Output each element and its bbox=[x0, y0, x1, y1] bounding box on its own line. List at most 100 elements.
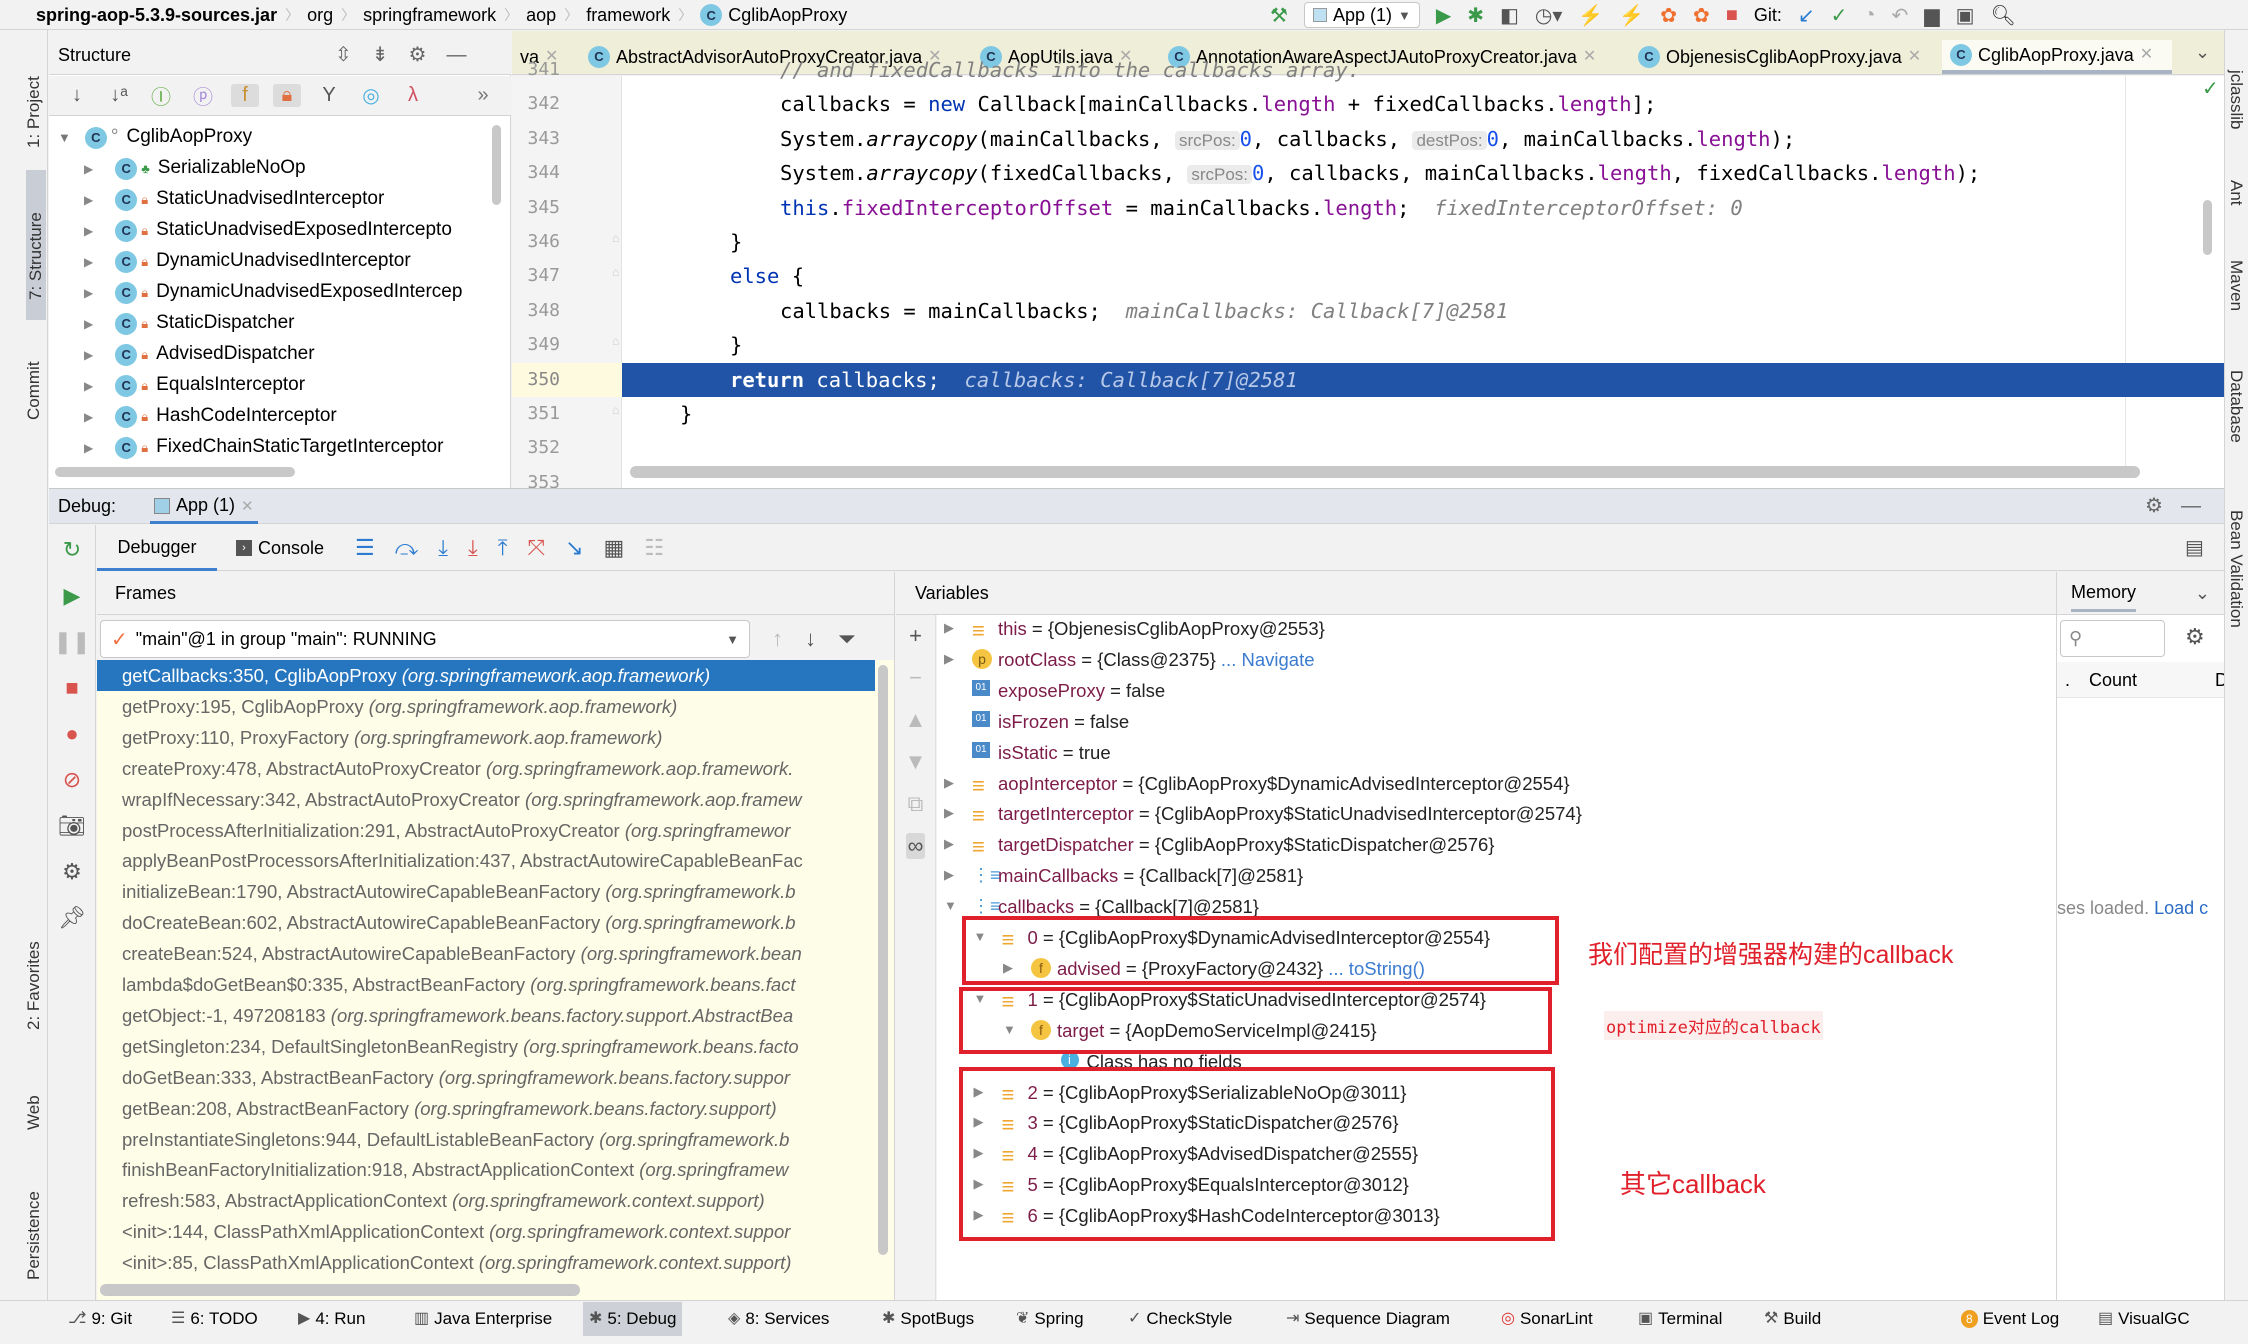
step-over-icon[interactable]: ⤼ bbox=[395, 535, 419, 561]
frame-item[interactable]: getSingleton:234, DefaultSingletonBeanRe… bbox=[97, 1031, 875, 1062]
frame-item[interactable]: getProxy:195, CglibAopProxy (org.springf… bbox=[97, 691, 875, 722]
git-history-icon[interactable]: ◔ bbox=[1863, 4, 1875, 27]
tree-item[interactable]: ▶ C 🔒︎ StaticDispatcher bbox=[84, 307, 509, 338]
bottom-tab-spotbugs[interactable]: ✱ SpotBugs bbox=[876, 1302, 980, 1336]
git-update-icon[interactable]: ↙ bbox=[1798, 3, 1815, 28]
column-count[interactable]: Count bbox=[2089, 662, 2137, 697]
project-structure-icon[interactable]: ▆ bbox=[1924, 3, 1939, 28]
frame-item[interactable]: refresh:583, AbstractApplicationContext … bbox=[97, 1185, 875, 1216]
coverage-icon[interactable]: ◧ bbox=[1500, 3, 1519, 28]
sort-visibility-icon[interactable]: ↓ bbox=[63, 84, 91, 107]
memory-search-input[interactable]: ⚲ bbox=[2060, 620, 2165, 657]
tab-debugger[interactable]: Debugger bbox=[97, 525, 217, 571]
profile-icon[interactable]: ◷▾ bbox=[1535, 3, 1563, 28]
git-commit-icon[interactable]: ✓ bbox=[1831, 3, 1848, 28]
close-icon[interactable]: ✕ bbox=[241, 497, 254, 515]
frame-item[interactable]: createProxy:478, AbstractAutoProxyCreato… bbox=[97, 753, 875, 784]
collapsed-arrow-icon[interactable]: ▶ bbox=[944, 836, 954, 852]
collapsed-arrow-icon[interactable]: ▶ bbox=[84, 255, 93, 269]
anonymous-icon[interactable]: ◎ bbox=[357, 83, 385, 108]
collapse-all-icon[interactable]: ⇟ bbox=[372, 40, 389, 70]
drop-frame-icon[interactable]: ⤧ bbox=[527, 535, 545, 561]
collapsed-arrow-icon[interactable]: ▶ bbox=[944, 620, 954, 636]
tool-window-maven[interactable]: Maven bbox=[2226, 260, 2246, 311]
thread-select[interactable]: ✓ "main"@1 in group "main": RUNNING ▼ bbox=[100, 620, 750, 658]
chevron-down-icon[interactable]: ⌄ bbox=[2195, 583, 2210, 604]
filter-icon[interactable]: ⏷ bbox=[838, 626, 856, 652]
frame-item[interactable]: preInstantiateSingletons:944, DefaultLis… bbox=[97, 1124, 875, 1155]
camera-icon[interactable]: 📷︎ bbox=[58, 813, 86, 839]
expanded-arrow-icon[interactable]: ▼ bbox=[944, 898, 957, 913]
frame-item[interactable]: <init>:144, ClassPathXmlApplicationConte… bbox=[97, 1216, 875, 1247]
breadcrumb-item[interactable]: framework bbox=[586, 5, 670, 26]
breadcrumb-item[interactable]: aop bbox=[526, 5, 556, 26]
collapsed-arrow-icon[interactable]: ▶ bbox=[84, 317, 93, 331]
frame-item[interactable]: doGetBean:333, AbstractBeanFactory (org.… bbox=[97, 1062, 875, 1093]
editor-hscrollbar[interactable] bbox=[630, 466, 2140, 478]
frames-hscrollbar[interactable] bbox=[100, 1284, 580, 1296]
editor-tab[interactable]: C ObjenesisCglibAopProxy.java ✕ bbox=[1630, 40, 1930, 74]
bottom-tab-services[interactable]: ◈ 8: Services bbox=[722, 1302, 835, 1336]
jrebel-run-icon[interactable]: ✿ bbox=[1660, 3, 1677, 28]
debug-icon[interactable]: ✱ bbox=[1467, 3, 1484, 28]
bottom-tab-checkstyle[interactable]: ✓ CheckStyle bbox=[1122, 1302, 1238, 1336]
frame-item[interactable]: lambda$doGetBean$0:335, AbstractBeanFact… bbox=[97, 969, 875, 1000]
tool-window-persistence[interactable]: Persistence bbox=[24, 1160, 44, 1280]
collapsed-arrow-icon[interactable]: ▶ bbox=[84, 193, 93, 207]
tree-item[interactable]: ▶ C 🔒︎ DynamicUnadvisedExposedIntercep bbox=[84, 276, 509, 307]
tool-window-ant[interactable]: Ant bbox=[2226, 180, 2246, 206]
bottom-tab-java-enterprise[interactable]: ▥ Java Enterprise bbox=[408, 1302, 558, 1336]
fold-marker-icon[interactable]: ⌂ bbox=[612, 265, 619, 279]
bottom-tab-debug[interactable]: ✱ 5: Debug bbox=[583, 1302, 683, 1336]
step-into-icon[interactable]: ⤓ bbox=[438, 535, 448, 561]
frame-item[interactable]: initializeBean:1790, AbstractAutowireCap… bbox=[97, 876, 875, 907]
filter-icon[interactable]: Y bbox=[315, 84, 343, 107]
view-breakpoints-icon[interactable]: ● bbox=[65, 721, 78, 747]
tree-item[interactable]: ▶ C 🔒︎ DynamicUnadvisedInterceptor bbox=[84, 245, 509, 276]
fields-icon[interactable]: f bbox=[231, 84, 259, 107]
collapsed-arrow-icon[interactable]: ▶ bbox=[84, 379, 93, 393]
build-hammer-icon[interactable]: ⚒ bbox=[1270, 3, 1288, 28]
show-execution-point-icon[interactable]: ☰ bbox=[355, 535, 375, 561]
new-watch-icon[interactable]: + bbox=[909, 623, 922, 649]
step-out-icon[interactable]: ⤒ bbox=[498, 535, 508, 561]
variable-item[interactable]: isStatic = true bbox=[998, 737, 1111, 768]
tree-item[interactable]: ▶ C 🔒︎ FixedChainStaticTargetInterceptor bbox=[84, 431, 509, 462]
fold-marker-icon[interactable]: ⌂ bbox=[612, 403, 619, 417]
frame-item[interactable]: applyBeanPostProcessorsAfterInitializati… bbox=[97, 845, 875, 876]
variable-item[interactable]: isFrozen = false bbox=[998, 706, 1129, 737]
gear-icon[interactable]: ⚙ bbox=[409, 40, 427, 70]
frame-item[interactable]: finishBeanFactoryInitialization:918, Abs… bbox=[97, 1154, 875, 1185]
more-icon[interactable]: » bbox=[469, 84, 497, 107]
breadcrumb-item[interactable]: org bbox=[307, 5, 333, 26]
debug-session-tab[interactable]: App (1) ✕ bbox=[150, 490, 258, 524]
expand-arrow-icon[interactable]: ▼ bbox=[58, 130, 71, 145]
run-icon[interactable]: ▶ bbox=[1436, 3, 1451, 28]
variable-item[interactable]: rootClass = {Class@2375} ... Navigate bbox=[998, 644, 1315, 675]
tree-item[interactable]: ▶ C 🔒︎ StaticUnadvisedInterceptor bbox=[84, 183, 509, 214]
bottom-tab-sonarlint[interactable]: ◎ SonarLint bbox=[1495, 1302, 1599, 1336]
tool-window-bean-validation[interactable]: Bean Validation bbox=[2226, 510, 2246, 628]
bottom-tab-git[interactable]: ⎇ 9: Git bbox=[62, 1302, 138, 1336]
layout-settings-icon[interactable]: ▤ bbox=[2185, 535, 2204, 560]
tool-window-structure[interactable]: 7: Structure bbox=[26, 180, 46, 300]
tree-item[interactable]: ▶ C 🔒︎ EqualsInterceptor bbox=[84, 369, 509, 400]
next-frame-icon[interactable]: ↓ bbox=[805, 626, 816, 652]
tree-item[interactable]: ▶ C 🔒︎ StaticUnadvisedExposedIntercepto bbox=[84, 214, 509, 245]
breadcrumb-item[interactable]: springframework bbox=[363, 5, 496, 26]
frame-item-selected[interactable]: getCallbacks:350, CglibAopProxy (org.spr… bbox=[97, 660, 875, 691]
collapsed-arrow-icon[interactable]: ▶ bbox=[84, 224, 93, 238]
frame-item[interactable]: <init>:85, ClassPathXmlApplicationContex… bbox=[97, 1247, 875, 1278]
collapsed-arrow-icon[interactable]: ▶ bbox=[84, 286, 93, 300]
collapsed-arrow-icon[interactable]: ▶ bbox=[84, 441, 93, 455]
hide-icon[interactable]: — bbox=[2181, 490, 2201, 522]
tool-window-web[interactable]: Web bbox=[24, 1070, 44, 1130]
variable-item[interactable]: targetInterceptor = {CglibAopProxy$Stati… bbox=[998, 798, 1582, 829]
collapsed-arrow-icon[interactable]: ▶ bbox=[84, 162, 93, 176]
tool-window-favorites[interactable]: 2: Favorites bbox=[24, 920, 44, 1030]
bottom-tab-run[interactable]: ▶ 4: Run bbox=[292, 1302, 371, 1336]
tool-window-database[interactable]: Database bbox=[2226, 370, 2246, 443]
bottom-tab-build[interactable]: ⚒ Build bbox=[1758, 1302, 1827, 1336]
frame-item[interactable]: getObject:-1, 497208183 (org.springframe… bbox=[97, 1000, 875, 1031]
bottom-tab-spring[interactable]: ❦ Spring bbox=[1010, 1302, 1090, 1336]
